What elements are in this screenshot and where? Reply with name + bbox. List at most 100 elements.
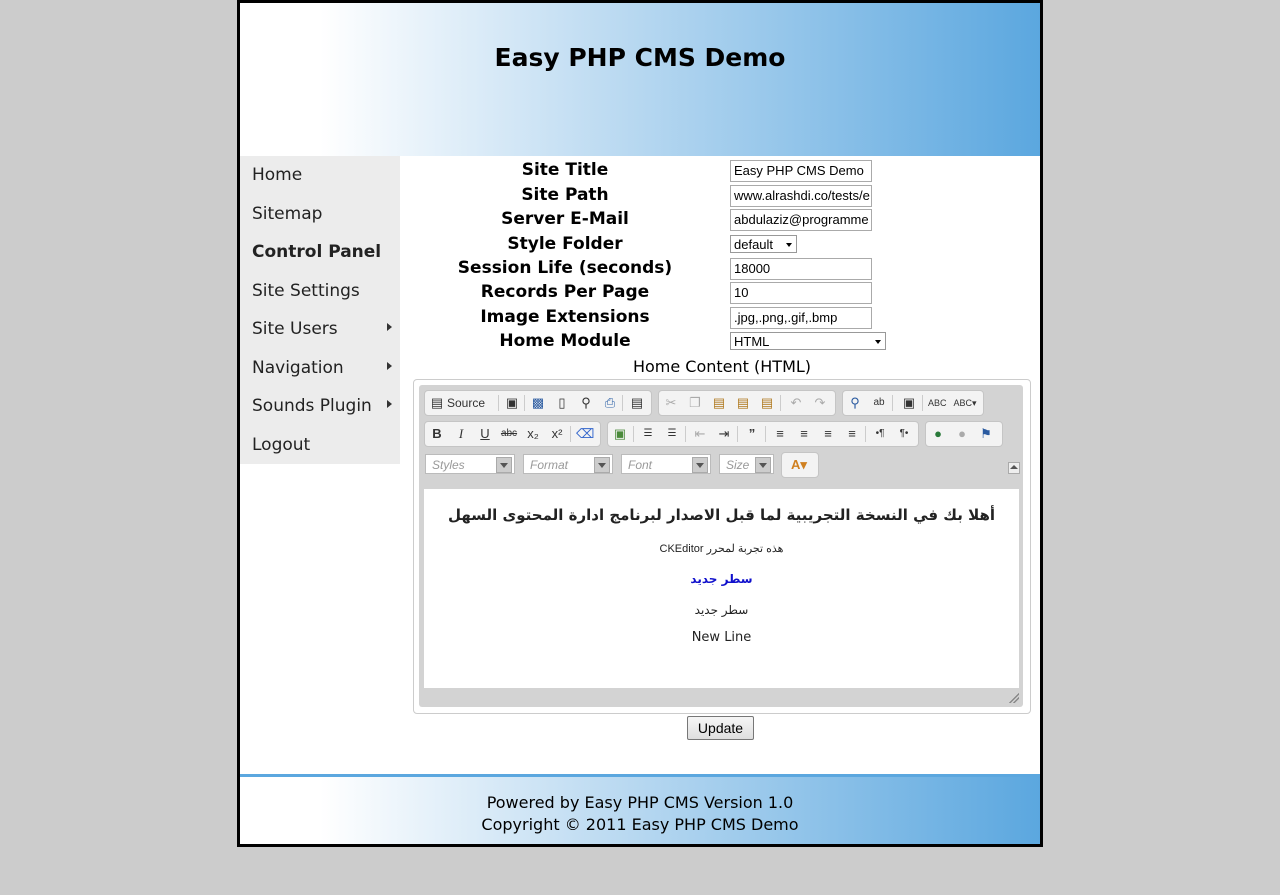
- home-content-title: Home Content (HTML): [632, 357, 812, 376]
- bulleted-list-icon[interactable]: ☰: [663, 425, 681, 443]
- setting-row: Image Extensions .jpg,.png,.gif,.bmp: [410, 305, 1040, 329]
- new-page-icon[interactable]: ▯: [553, 394, 571, 412]
- sidebar-item-logout[interactable]: Logout: [240, 426, 400, 465]
- sidebar-item-home[interactable]: Home: [240, 156, 400, 195]
- replace-icon[interactable]: ab: [870, 394, 888, 412]
- sidebar-item-label: Control Panel: [252, 242, 382, 262]
- editor-chrome: ▤ Source ▣ ▩ ▯ ⚲ ⎙ ▤ ✂ ❐ ▤ ▤ ▤ ↶ ↷ ⚲ ab …: [419, 385, 1023, 707]
- copy-icon[interactable]: ❐: [686, 394, 704, 412]
- align-center-icon[interactable]: ≡: [795, 425, 813, 443]
- paste-icon[interactable]: ▤: [710, 394, 728, 412]
- sidebar-item-site-settings[interactable]: Site Settings: [240, 272, 400, 311]
- find-icon[interactable]: ⚲: [846, 394, 864, 412]
- format-combo[interactable]: Format: [523, 454, 613, 474]
- sidebar-item-navigation[interactable]: Navigation: [240, 349, 400, 388]
- remove-format-icon[interactable]: ⌫: [576, 425, 594, 443]
- toolbar-separator: [622, 395, 623, 411]
- footer-powered-by: Powered by Easy PHP CMS Version 1.0: [486, 793, 794, 812]
- preview-icon[interactable]: ⚲: [577, 394, 595, 412]
- text-color-icon[interactable]: A▾: [786, 456, 812, 474]
- justify-icon[interactable]: ≡: [843, 425, 861, 443]
- undo-icon[interactable]: ↶: [787, 394, 805, 412]
- home-module-value: HTML: [734, 334, 770, 349]
- size-combo[interactable]: Size: [719, 454, 774, 474]
- image-icon[interactable]: ▣: [611, 425, 629, 443]
- site-title-input[interactable]: Easy PHP CMS Demo: [730, 160, 872, 182]
- sidebar-item-site-users[interactable]: Site Users: [240, 310, 400, 349]
- setting-row: Server E-Mail abdulaziz@programme: [410, 207, 1040, 231]
- print-icon[interactable]: ⎙: [601, 394, 619, 412]
- toolbar-separator: [922, 395, 923, 411]
- select-all-icon[interactable]: ▣: [900, 394, 918, 412]
- save-icon[interactable]: ▩: [529, 394, 547, 412]
- spellcheck-as-you-type-icon[interactable]: ABC▾: [952, 394, 978, 412]
- strikethrough-icon[interactable]: abc: [500, 425, 518, 443]
- styles-combo[interactable]: Styles: [425, 454, 515, 474]
- home-module-select[interactable]: HTML: [730, 332, 886, 350]
- image-extensions-input[interactable]: .jpg,.png,.gif,.bmp: [730, 307, 872, 329]
- session-life-input[interactable]: 18000: [730, 258, 872, 280]
- server-email-input[interactable]: abdulaziz@programme: [730, 209, 872, 231]
- maximize-icon[interactable]: ▣: [503, 394, 521, 412]
- sidebar-item-control-panel[interactable]: Control Panel: [240, 233, 400, 272]
- style-folder-label: Style Folder: [507, 234, 623, 254]
- underline-icon[interactable]: U: [476, 425, 494, 443]
- sidebar-item-label: Site Settings: [252, 280, 360, 301]
- toolbar-separator: [685, 426, 686, 442]
- blockquote-icon[interactable]: ”: [743, 425, 761, 443]
- records-per-page-input[interactable]: 10: [730, 282, 872, 304]
- indent-icon[interactable]: ⇥: [715, 425, 733, 443]
- spellcheck-icon[interactable]: ABC: [928, 394, 947, 412]
- collapse-toolbar-icon[interactable]: [1008, 462, 1020, 474]
- setting-row: Records Per Page 10: [410, 280, 1040, 304]
- templates-icon[interactable]: ▤: [628, 394, 646, 412]
- bold-icon[interactable]: B: [428, 425, 446, 443]
- paste-text-icon[interactable]: ▤: [734, 394, 752, 412]
- chevron-right-icon: [387, 361, 392, 370]
- subscript-icon[interactable]: x₂: [524, 425, 542, 443]
- chevron-down-icon: [594, 457, 610, 473]
- site-path-input[interactable]: www.alrashdi.co/tests/e: [730, 185, 872, 207]
- toolbar-group-colors: A▾: [781, 452, 819, 478]
- toolbar-group-styles: Styles Format Font Size: [424, 452, 776, 478]
- anchor-flag-icon[interactable]: ⚑: [977, 425, 995, 443]
- ltr-icon[interactable]: •¶: [871, 425, 889, 443]
- toolbar-group-paragraph: ▣ ☰ ☰ ⇤ ⇥ ” ≡ ≡ ≡ ≡ •¶ ¶•: [607, 421, 919, 447]
- sidebar-item-sounds-plugin[interactable]: Sounds Plugin: [240, 387, 400, 426]
- sidebar-item-sitemap[interactable]: Sitemap: [240, 195, 400, 234]
- resize-handle[interactable]: [1009, 693, 1019, 703]
- chevron-right-icon: [387, 323, 392, 331]
- font-combo[interactable]: Font: [621, 454, 711, 474]
- numbered-list-icon[interactable]: ☰: [639, 425, 657, 443]
- align-right-icon[interactable]: ≡: [819, 425, 837, 443]
- source-button[interactable]: Source: [447, 394, 493, 412]
- toolbar-separator: [570, 426, 571, 442]
- toolbar-separator: [865, 426, 866, 442]
- site-name: Easy PHP CMS Demo: [494, 43, 786, 72]
- link-icon[interactable]: ●: [929, 425, 947, 443]
- site-footer: Powered by Easy PHP CMS Version 1.0 Copy…: [240, 774, 1040, 844]
- chevron-down-icon: [786, 243, 792, 247]
- content-line: New Line: [691, 630, 752, 645]
- setting-row: Style Folder default: [410, 232, 1040, 256]
- toolbar-separator: [892, 395, 893, 411]
- paste-word-icon[interactable]: ▤: [758, 394, 776, 412]
- home-module-label: Home Module: [499, 331, 631, 351]
- superscript-icon[interactable]: x²: [548, 425, 566, 443]
- update-button[interactable]: Update: [687, 716, 754, 740]
- unlink-icon[interactable]: ●: [953, 425, 971, 443]
- outdent-icon[interactable]: ⇤: [691, 425, 709, 443]
- redo-icon[interactable]: ↷: [811, 394, 829, 412]
- setting-row: Site Path www.alrashdi.co/tests/e: [410, 183, 1040, 207]
- editor-content-area[interactable]: أهلا بك في النسخة التجريبية لما قبل الاص…: [424, 489, 1019, 688]
- sidebar-nav: Home Sitemap Control Panel Site Settings…: [240, 156, 400, 464]
- cut-icon[interactable]: ✂: [662, 394, 680, 412]
- align-left-icon[interactable]: ≡: [771, 425, 789, 443]
- rtl-icon[interactable]: ¶•: [895, 425, 913, 443]
- style-folder-select[interactable]: default: [730, 235, 797, 253]
- site-header: Easy PHP CMS Demo: [240, 3, 1040, 156]
- italic-icon[interactable]: I: [452, 425, 470, 443]
- setting-row: Site Title Easy PHP CMS Demo: [410, 158, 1040, 182]
- style-folder-value: default: [734, 237, 774, 252]
- toolbar-separator: [498, 395, 499, 411]
